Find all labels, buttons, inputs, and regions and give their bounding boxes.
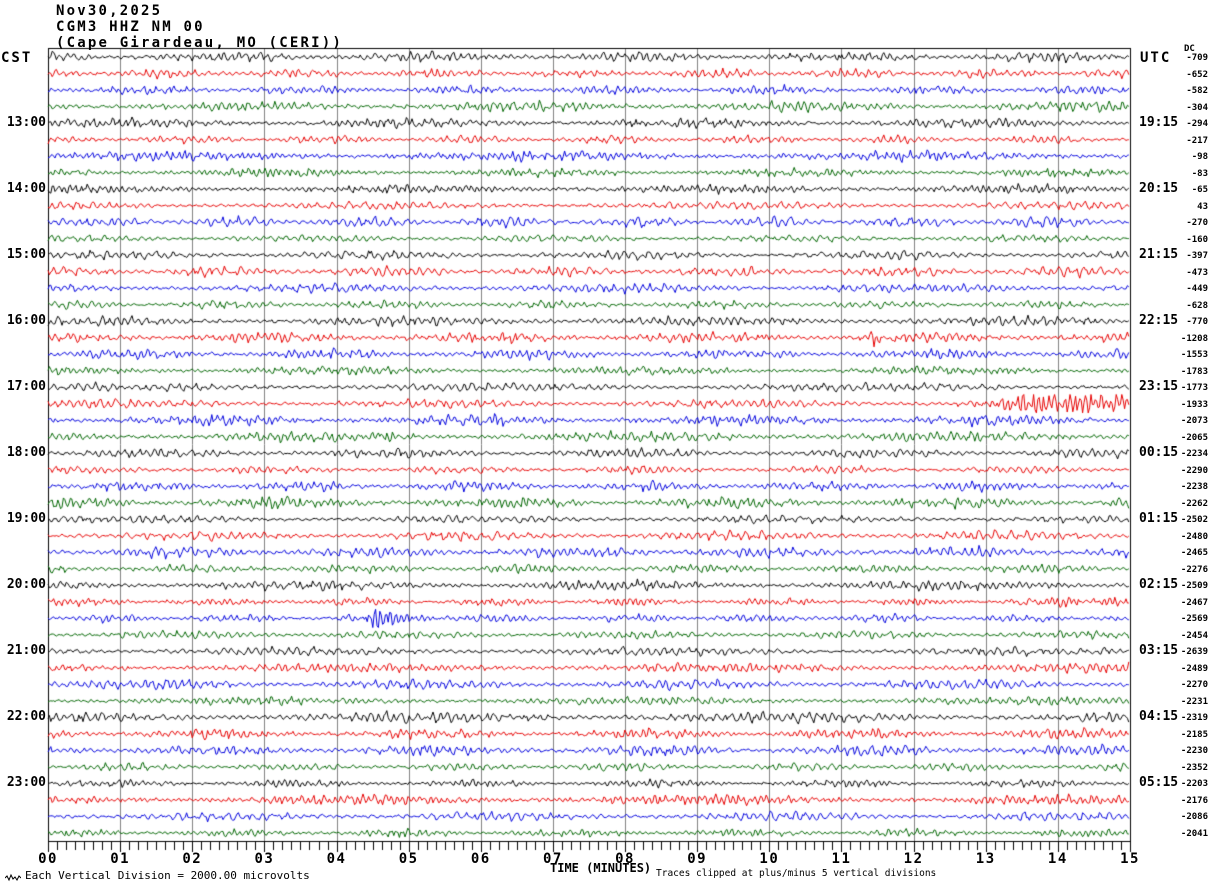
- dc-offset-value: -1553: [1180, 350, 1208, 361]
- dc-offset-value: -2569: [1180, 614, 1208, 625]
- dc-offset-value: -2489: [1180, 663, 1208, 674]
- dc-offset-value: -1783: [1180, 366, 1208, 377]
- left-hour-label: 17:00: [6, 379, 46, 395]
- dc-offset-value: -2290: [1180, 465, 1208, 476]
- helicorder-page: Nov30,2025 CGM3 HHZ NM 00 (Cape Girardea…: [0, 0, 1210, 886]
- dc-offset-value: -2467: [1180, 597, 1208, 608]
- x-axis-title: TIME (MINUTES): [550, 861, 652, 875]
- dc-offset-value: -2270: [1180, 680, 1208, 691]
- x-tick-label: 14: [1047, 851, 1068, 867]
- x-tick-label: 11: [831, 851, 852, 867]
- dc-offset-value: -2509: [1180, 581, 1208, 592]
- left-hour-label: 16:00: [6, 313, 46, 329]
- x-tick-label: 05: [398, 851, 419, 867]
- dc-offset-value: -2234: [1180, 449, 1208, 460]
- left-hour-label: 21:00: [6, 643, 46, 659]
- dc-offset-value: -2238: [1180, 482, 1208, 493]
- dc-offset-value: -160: [1186, 234, 1208, 245]
- dc-offset-value: -2480: [1180, 531, 1208, 542]
- left-timezone-label: CST: [1, 50, 33, 66]
- x-tick-label: 15: [1120, 851, 1140, 867]
- dc-offset-value: -473: [1186, 267, 1208, 278]
- dc-offset-value: -2276: [1180, 564, 1208, 575]
- dc-offset-value: -582: [1186, 86, 1208, 97]
- dc-offset-value: -2502: [1180, 515, 1208, 526]
- left-hour-label: 14:00: [6, 181, 46, 197]
- x-tick-label: 09: [687, 851, 708, 867]
- page-title-date: Nov30,2025: [56, 3, 163, 19]
- dc-offset-value: -1933: [1180, 399, 1208, 410]
- dc-offset-value: -2073: [1180, 416, 1208, 427]
- dc-offset-value: -449: [1186, 284, 1208, 295]
- dc-offset-value: -1208: [1180, 333, 1208, 344]
- dc-offset-value: -217: [1186, 135, 1208, 146]
- left-hour-label: 22:00: [6, 709, 46, 725]
- dc-offset-value: -65: [1191, 185, 1208, 196]
- x-tick-label: 12: [903, 851, 924, 867]
- dc-offset-value: -270: [1186, 218, 1208, 229]
- clip-note: Traces clipped at plus/minus 5 vertical …: [656, 868, 937, 879]
- dc-offset-value: -2230: [1180, 746, 1208, 757]
- x-tick-label: 00: [38, 851, 58, 867]
- dc-offset-value: -2176: [1180, 795, 1208, 806]
- dc-offset-value: -2319: [1180, 713, 1208, 724]
- x-tick-label: 06: [470, 851, 491, 867]
- dc-offset-value: -770: [1186, 317, 1208, 328]
- dc-offset-value: -2231: [1180, 696, 1208, 707]
- dc-offset-value: -397: [1186, 251, 1208, 262]
- x-tick-label: 02: [182, 851, 203, 867]
- dc-offset-value: -294: [1186, 119, 1208, 130]
- dc-offset-value: -2465: [1180, 548, 1208, 559]
- page-title-station: CGM3 HHZ NM 00: [56, 19, 205, 35]
- left-hour-label: 23:00: [6, 775, 46, 791]
- left-hour-label: 20:00: [6, 577, 46, 593]
- x-tick-label: 04: [326, 851, 347, 867]
- dc-offset-value: -2185: [1180, 729, 1208, 740]
- left-hour-label: 13:00: [6, 115, 46, 131]
- dc-offset-value: -2352: [1180, 762, 1208, 773]
- dc-offset-value: 43: [1197, 201, 1208, 212]
- helicorder-plot: [0, 0, 1210, 886]
- x-tick-label: 01: [110, 851, 131, 867]
- dc-offset-value: -2262: [1180, 498, 1208, 509]
- x-tick-label: 13: [975, 851, 996, 867]
- dc-offset-value: -628: [1186, 300, 1208, 311]
- scale-note: Each Vertical Division = 2000.00 microvo…: [25, 869, 310, 882]
- dc-offset-value: -2639: [1180, 647, 1208, 658]
- dc-offset-value: -2041: [1180, 828, 1208, 839]
- x-tick-label: 10: [759, 851, 780, 867]
- dc-offset-value: -98: [1191, 152, 1208, 163]
- dc-offset-value: -2065: [1180, 432, 1208, 443]
- dc-offset-value: -304: [1186, 102, 1208, 113]
- left-hour-label: 18:00: [6, 445, 46, 461]
- x-tick-label: 03: [254, 851, 275, 867]
- dc-offset-value: -709: [1186, 53, 1208, 63]
- dc-offset-value: -2454: [1180, 630, 1208, 641]
- left-hour-label: 15:00: [6, 247, 46, 263]
- dc-offset-value: -83: [1191, 168, 1208, 179]
- vertical-division-scale-icon: [5, 873, 21, 882]
- dc-offset-value: -652: [1186, 69, 1208, 80]
- left-hour-label: 19:00: [6, 511, 46, 527]
- page-title-location: (Cape Girardeau, MO (CERI)): [56, 35, 343, 51]
- dc-offset-value: -2203: [1180, 779, 1208, 790]
- dc-offset-value: -1773: [1180, 383, 1208, 394]
- dc-offset-value: -2086: [1180, 812, 1208, 823]
